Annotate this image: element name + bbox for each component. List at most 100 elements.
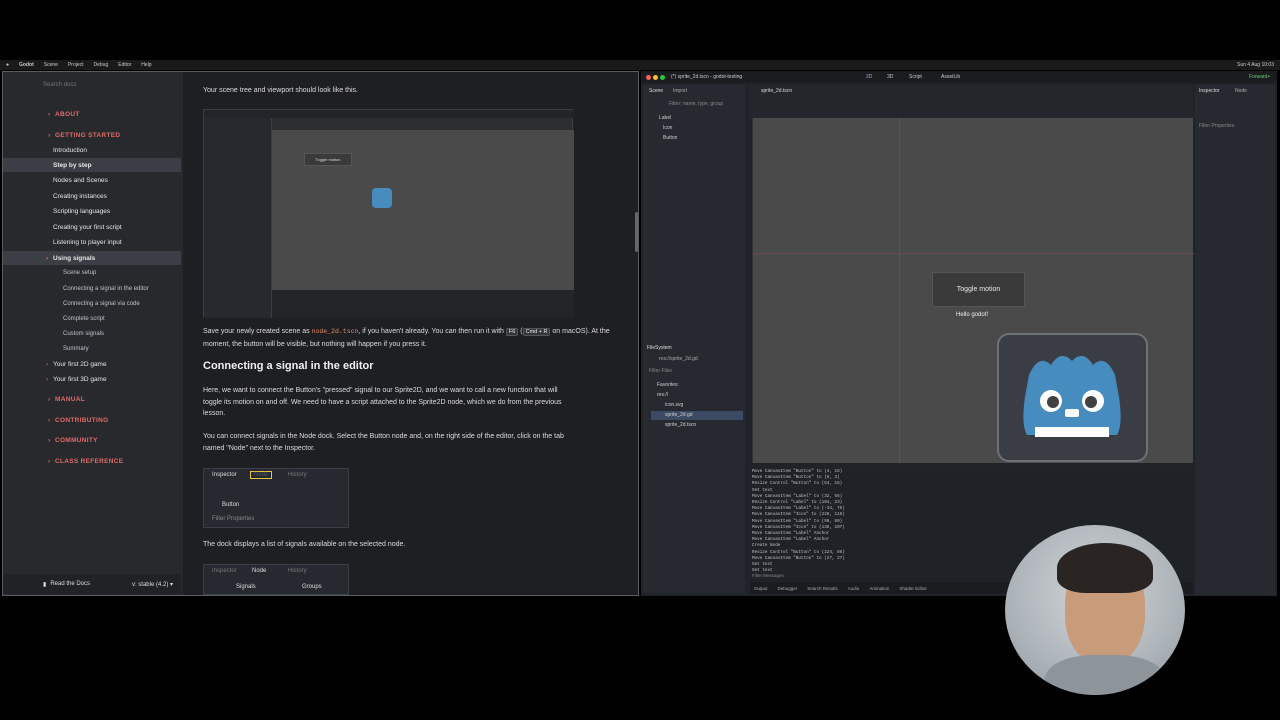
sidebar-item-your-first-2d-game[interactable]: › Your first 2D game [3,357,181,371]
sidebar-item-label: GETTING STARTED [55,131,121,139]
fs-res[interactable]: res:// [657,392,668,398]
sidebar-item-label: Your first 3D game [53,375,107,383]
sidebar-item-manual[interactable]: › MANUAL [3,392,181,406]
chevron-icon: › [48,457,51,465]
sidebar-item-scripting-languages[interactable]: Scripting languages [3,204,181,218]
viewport-hello-label[interactable]: Hello godot! [956,312,988,318]
sidebar-item-contributing[interactable]: › CONTRIBUTING [3,413,181,427]
fs-icon-svg[interactable]: icon.svg [665,402,683,408]
filesystem-filter[interactable]: Filter Files [649,368,672,374]
screenshot-toggle-button: Toggle motion [304,153,352,166]
paragraph-signals-list: The dock displays a list of signals avai… [203,541,406,548]
workspace-3d[interactable]: 3D [887,74,893,80]
shot-tab-inspector: Inspector [212,472,237,478]
editor-screenshot: Toggle motion [203,109,574,318]
bottom-tab-output[interactable]: Output [754,586,768,591]
key-cmd-r: Cmd + R [522,328,551,336]
sidebar-item-about[interactable]: › ABOUT [3,107,181,121]
chevron-icon: › [48,416,51,424]
tree-item-icon[interactable]: Icon [663,125,672,131]
editor-toolbar: sprite_2d.tscn [749,85,1193,118]
sidebar-item-step-by-step[interactable]: Step by step [3,158,181,172]
menu-app[interactable]: Godot [19,62,34,68]
sidebar-item-scene-setup[interactable]: Scene setup [3,266,181,280]
output-filter[interactable]: Filter Messages [752,573,784,578]
sidebar-item-getting-started[interactable]: › GETTING STARTED [3,128,181,142]
bottom-tab-shader[interactable]: Shader Editor [899,586,927,591]
sidebar-item-using-signals[interactable]: › Using signals [3,251,181,265]
sidebar-item-connecting-a-signal-in-the-editor[interactable]: Connecting a signal in the editor [3,282,181,296]
sidebar-item-summary[interactable]: Summary [3,342,181,356]
tab-scene[interactable]: Scene [649,88,663,94]
sidebar-item-label: Using signals [53,254,96,262]
webcam-overlay [1005,525,1185,695]
menu-scene[interactable]: Scene [44,62,58,68]
sidebar-item-label: ABOUT [55,110,80,118]
shot2-tab-node: Node [252,568,267,574]
sidebar-item-your-first-3d-game[interactable]: › Your first 3D game [3,372,181,386]
menu-editor[interactable]: Editor [118,62,131,68]
inspector-filter[interactable]: Filter Properties [1199,123,1234,129]
sidebar-item-label: Your first 2D game [53,360,107,368]
tree-item-label[interactable]: Label [659,115,671,121]
sidebar-item-nodes-and-scenes[interactable]: Nodes and Scenes [3,173,181,187]
chevron-icon: › [48,110,51,118]
viewport-toggle-button[interactable]: Toggle motion [932,272,1025,307]
chevron-icon: › [48,131,51,139]
docs-window: Search docs › ABOUT › GETTING STARTED Introd… [2,71,639,596]
tab-import[interactable]: Import [673,88,687,94]
sidebar-item-introduction[interactable]: Introduction [3,143,181,157]
screenshot-godot-icon [372,188,392,208]
sidebar-item-listening-to-player-input[interactable]: Listening to player input [3,235,181,249]
scene-filter-input[interactable]: Filter: name, type, group [669,101,723,107]
clock[interactable]: Sun 4 Aug 10:03 [1237,62,1274,68]
fs-sprite-gd[interactable]: sprite_2d.gd [665,412,693,418]
godot-window-title: (*) sprite_2d.tscn - godot-testing [671,74,743,80]
sidebar-item-connecting-a-signal-via-code[interactable]: Connecting a signal via code [3,297,181,311]
menu-debug[interactable]: Debug [94,62,109,68]
workspace-2d[interactable]: 2D [866,74,872,80]
chevron-icon: › [46,254,49,262]
shot2-tab-inspector: Inspector [212,568,237,574]
bottom-tab-debugger[interactable]: Debugger [778,586,798,591]
fs-sprite-tscn[interactable]: sprite_2d.tscn [665,422,696,428]
bottom-tab-audio[interactable]: Audio [848,586,860,591]
tree-item-button[interactable]: Button [663,135,677,141]
docs-search-input[interactable]: Search docs [43,82,76,88]
sidebar-item-custom-signals[interactable]: Custom signals [3,327,181,341]
minimize-icon[interactable] [653,75,658,80]
docs-scrollbar[interactable] [635,212,638,252]
renderer-label[interactable]: Forward+ [1249,74,1270,80]
workspace-assetlib[interactable]: AssetLib [941,74,960,80]
sidebar-item-creating-instances[interactable]: Creating instances [3,189,181,203]
sidebar-item-community[interactable]: › COMMUNITY [3,433,181,447]
intro-text: Your scene tree and viewport should look… [203,87,358,94]
menu-help[interactable]: Help [141,62,151,68]
paragraph-connect: Here, we want to connect the Button's "p… [203,387,562,417]
section-heading: Connecting a signal in the editor [203,360,374,372]
fs-favorites[interactable]: Favorites: [657,382,679,388]
shot2-tab-history: History [288,568,307,574]
sidebar-item-label: CONTRIBUTING [55,416,109,424]
sidebar-item-creating-your-first-script[interactable]: Creating your first script [3,220,181,234]
output-line: Resize Control "Button" to (54, 15) [752,481,843,487]
bottom-tab-animation[interactable]: Animation [869,586,889,591]
bottom-tab-search[interactable]: Search Results [807,586,838,591]
filesystem-path[interactable]: res://sprite_2d.gd [659,356,698,362]
apple-icon[interactable]: ● [6,62,9,68]
menu-project[interactable]: Project [68,62,84,68]
close-icon[interactable] [646,75,651,80]
shot2-signals: Signals [236,584,256,590]
read-the-docs-link[interactable]: Read the Docs [50,581,90,587]
output-line: Move CanvasItem "Label" to (50, 60) [752,518,843,524]
sidebar-item-complete-script[interactable]: Complete script [3,312,181,326]
maximize-icon[interactable] [660,75,665,80]
godot-logo-icon[interactable] [997,333,1148,462]
sidebar-item-class-reference[interactable]: › CLASS REFERENCE [3,454,181,468]
version-selector[interactable]: v: stable (4.2) ▾ [132,581,173,588]
sidebar-item-label: MANUAL [55,395,85,403]
tab-node[interactable]: Node [1235,88,1247,94]
editor-tab-scene[interactable]: sprite_2d.tscn [761,88,792,94]
tab-inspector[interactable]: Inspector [1199,88,1220,94]
workspace-script[interactable]: Script [909,74,922,80]
